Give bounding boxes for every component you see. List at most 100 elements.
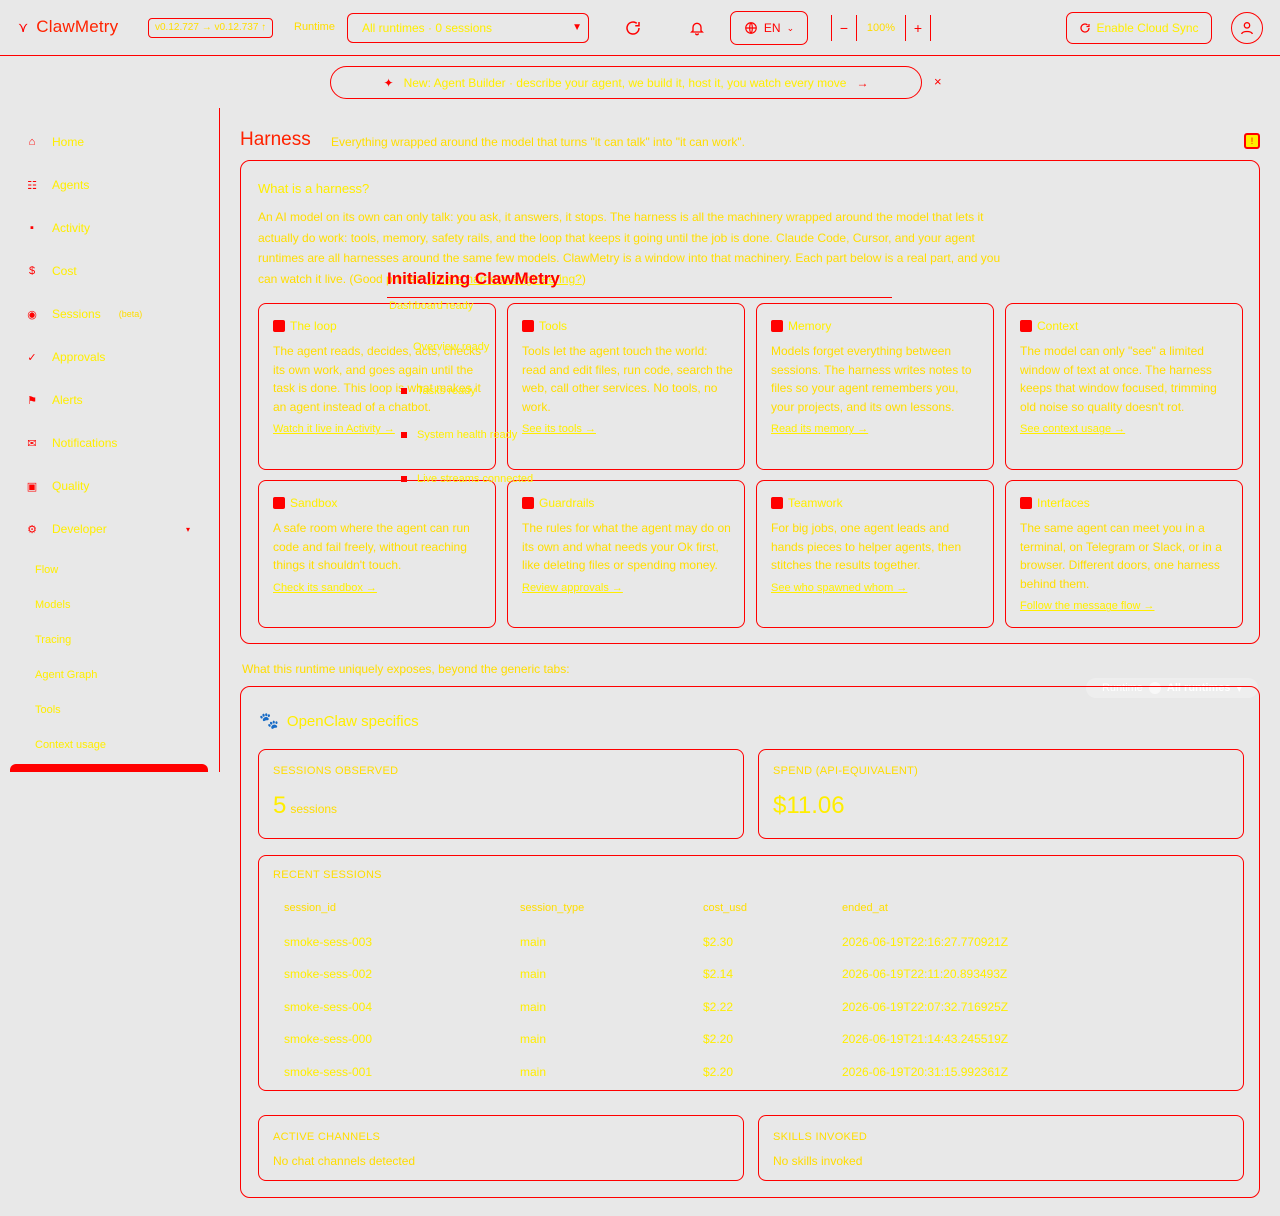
card-link-sandbox[interactable]: Check its sandbox → bbox=[273, 579, 485, 598]
loading-step-text: System health ready bbox=[417, 429, 518, 441]
sparkle-icon: ✦ bbox=[383, 75, 394, 90]
flag-icon: ⚑ bbox=[27, 394, 37, 407]
sandbox-icon bbox=[273, 497, 285, 509]
activity-icon: ▪ bbox=[30, 222, 34, 234]
enable-cloud-sync-button[interactable]: Enable Cloud Sync bbox=[1066, 12, 1212, 44]
runtime-select[interactable]: All runtimes · 0 sessions ▼ bbox=[347, 13, 589, 43]
loading-step-text: Dashboard ready bbox=[389, 300, 474, 312]
app-name: ClawMetry bbox=[36, 17, 119, 36]
table-row[interactable]: smoke-sess-003 main $2.30 2026-06-19T22:… bbox=[284, 935, 1224, 968]
active-channels-card: ACTIVE CHANNELS No chat channels detecte… bbox=[258, 1115, 744, 1181]
sidebar-item-home[interactable]: ⌂ Home bbox=[26, 135, 84, 149]
refresh-icon bbox=[626, 21, 640, 35]
sessions-unit: sessions bbox=[290, 802, 338, 816]
recent-sessions-table: session_id session_type cost_usd ended_a… bbox=[284, 902, 1224, 1097]
sidebar-subitem-tools[interactable]: Tools bbox=[35, 704, 61, 716]
sidebar-subitem-flow[interactable]: Flow bbox=[35, 564, 58, 576]
cell: 2026-06-19T20:31:15.992361Z bbox=[842, 1064, 1009, 1079]
table-row[interactable]: smoke-sess-002 main $2.14 2026-06-19T22:… bbox=[284, 967, 1224, 1000]
table-row[interactable]: smoke-sess-001 main $2.20 2026-06-19T20:… bbox=[284, 1065, 1224, 1098]
logo[interactable]: ⋎ ClawMetry bbox=[18, 17, 118, 37]
sidebar-item-activity[interactable]: ▪ Activity bbox=[26, 221, 90, 235]
context-icon bbox=[1020, 320, 1032, 332]
card-body: The model can only "see" a limited windo… bbox=[1020, 342, 1232, 439]
sidebar-item-approvals[interactable]: ✓ Approvals bbox=[26, 350, 105, 364]
loading-step: Overview ready bbox=[413, 341, 489, 353]
card-sandbox: Sandbox A safe room where the agent can … bbox=[258, 480, 496, 628]
cell: main bbox=[520, 1032, 547, 1046]
sidebar-subitem-tracing[interactable]: Tracing bbox=[35, 634, 71, 646]
card-body: A safe room where the agent can run code… bbox=[273, 519, 485, 597]
cell: $2.30 bbox=[703, 934, 734, 949]
sidebar-item-label: Home bbox=[52, 135, 85, 149]
column-header[interactable]: ended_at bbox=[842, 902, 888, 914]
cell: 2026-06-19T22:07:32.716925Z bbox=[842, 999, 1009, 1014]
cell: $2.20 bbox=[703, 1032, 734, 1046]
user-icon bbox=[1241, 22, 1253, 35]
spend-card: SPEND (API-EQUIVALENT) $11.06 bbox=[758, 749, 1244, 839]
banner-close-button[interactable]: × bbox=[934, 74, 942, 89]
sessions-count: 5 bbox=[273, 792, 287, 819]
sidebar-item-agents[interactable]: ☷ Agents bbox=[26, 178, 89, 192]
notifications-button[interactable] bbox=[685, 16, 709, 40]
cell: smoke-sess-000 bbox=[284, 1032, 373, 1046]
loading-step: System health ready bbox=[401, 429, 517, 441]
sidebar-item-label: Activity bbox=[52, 221, 91, 235]
claw-logo-icon: ⋎ bbox=[18, 18, 29, 35]
page-subtitle: Everything wrapped around the model that… bbox=[331, 135, 745, 149]
banner-text: New: Agent Builder · describe your agent… bbox=[403, 75, 847, 90]
sidebar-item-alerts[interactable]: ⚑ Alerts bbox=[26, 393, 83, 407]
card-link-spawned[interactable]: See who spawned whom → bbox=[771, 579, 983, 598]
card-link-approvals[interactable]: Review approvals → bbox=[522, 579, 734, 598]
column-header[interactable]: cost_usd bbox=[703, 902, 747, 914]
table-row[interactable]: smoke-sess-004 main $2.22 2026-06-19T22:… bbox=[284, 1000, 1224, 1033]
sidebar: ⌂ Home ☷ Agents ▪ Activity $ Cost ◉ Sess… bbox=[0, 108, 220, 772]
zoom-level: 100% bbox=[866, 22, 896, 34]
announcement-banner[interactable]: ✦ New: Agent Builder · describe your age… bbox=[330, 66, 922, 99]
column-header[interactable]: session_type bbox=[520, 902, 584, 914]
card-body-text: The rules for what the agent may do on i… bbox=[522, 521, 731, 573]
what-is-harness-title: What is a harness? bbox=[258, 181, 370, 196]
loading-step-text: Tasks ready bbox=[417, 385, 476, 397]
spend-value: $11.06 bbox=[773, 792, 845, 819]
card-link-context[interactable]: See context usage → bbox=[1020, 420, 1232, 439]
card-title-text: Guardrails bbox=[539, 496, 595, 510]
zoom-out-button[interactable]: − bbox=[831, 15, 857, 41]
loading-step: Dashboard ready bbox=[389, 300, 473, 312]
mail-icon: ✉ bbox=[27, 437, 37, 450]
user-avatar-button[interactable] bbox=[1231, 12, 1263, 44]
sidebar-subitem-context-usage[interactable]: Context usage bbox=[35, 739, 106, 751]
sidebar-item-cost[interactable]: $ Cost bbox=[26, 264, 77, 278]
info-icon[interactable]: ! bbox=[1244, 133, 1260, 149]
sidebar-subitem-models[interactable]: Models bbox=[35, 599, 70, 611]
refresh-button[interactable] bbox=[621, 16, 645, 40]
cell: smoke-sess-001 bbox=[284, 1064, 373, 1079]
cell: main bbox=[520, 1064, 547, 1079]
sidebar-scrollbar[interactable] bbox=[10, 764, 208, 772]
loading-step-text: Overview ready bbox=[413, 341, 490, 353]
zoom-in-button[interactable]: + bbox=[904, 15, 931, 41]
card-guardrails: Guardrails The rules for what the agent … bbox=[507, 480, 745, 628]
sidebar-item-developer[interactable]: ⚙ Developer ▾ bbox=[26, 522, 206, 536]
check-icon: ✓ bbox=[27, 351, 37, 364]
sidebar-item-notifications[interactable]: ✉ Notifications bbox=[26, 436, 117, 450]
card-body-text: A safe room where the agent can run code… bbox=[273, 521, 470, 573]
card-title: The loop bbox=[273, 319, 337, 333]
card-link-message-flow[interactable]: Follow the message flow → bbox=[1020, 597, 1232, 616]
version-badge[interactable]: v0.12.727 → v0.12.737 ↑ bbox=[148, 18, 274, 38]
cloud-sync-label: Enable Cloud Sync bbox=[1096, 21, 1199, 35]
sidebar-subitem-agent-graph[interactable]: Agent Graph bbox=[35, 669, 97, 681]
cell: main bbox=[520, 967, 547, 981]
table-header: session_id session_type cost_usd ended_a… bbox=[284, 902, 1224, 935]
sidebar-item-label: Developer bbox=[52, 522, 107, 536]
agents-icon: ☷ bbox=[27, 179, 37, 192]
cell: 2026-06-19T21:14:43.245519Z bbox=[842, 1032, 1009, 1046]
table-row[interactable]: smoke-sess-000 main $2.20 2026-06-19T21:… bbox=[284, 1032, 1224, 1065]
column-header[interactable]: session_id bbox=[284, 902, 336, 914]
card-title: Guardrails bbox=[522, 496, 594, 510]
language-select[interactable]: EN ⌄ bbox=[730, 11, 808, 45]
sidebar-item-sessions[interactable]: ◉ Sessions (beta) bbox=[26, 307, 142, 321]
sidebar-item-label: Cost bbox=[52, 264, 77, 278]
card-title-text: The loop bbox=[290, 319, 337, 333]
sidebar-item-quality[interactable]: ▣ Quality bbox=[26, 479, 90, 493]
